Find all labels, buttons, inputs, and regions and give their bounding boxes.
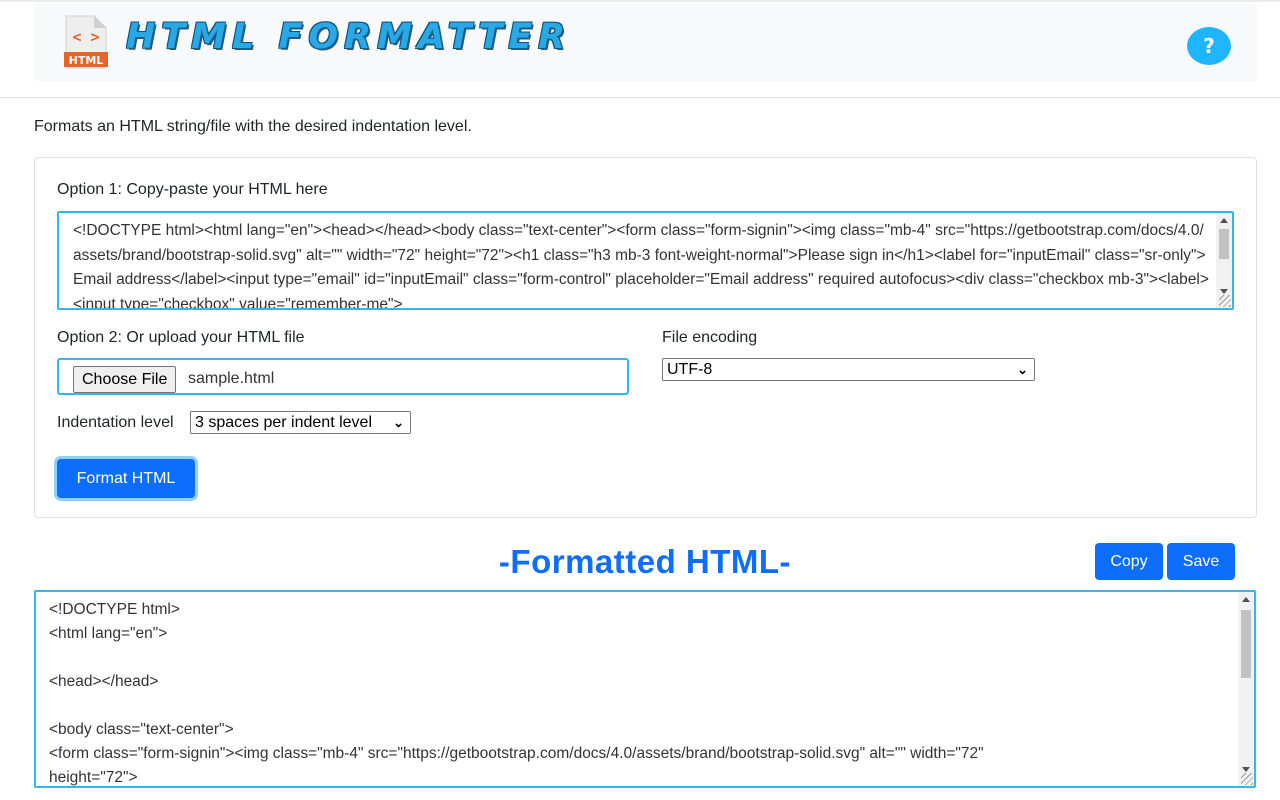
output-title: -Formatted HTML- bbox=[498, 543, 792, 580]
chevron-down-icon: ⌄ bbox=[393, 415, 404, 430]
chevron-down-icon: ⌄ bbox=[1017, 362, 1028, 377]
indentation-label: Indentation level bbox=[57, 414, 174, 431]
output-line: <!DOCTYPE html> bbox=[49, 601, 180, 618]
encoding-select[interactable]: UTF-8 ⌄ bbox=[662, 358, 1035, 381]
logo-label: HTML bbox=[69, 54, 104, 67]
scroll-up-arrow-icon[interactable] bbox=[1220, 218, 1228, 223]
output-line: height="72"> bbox=[49, 769, 138, 786]
scroll-down-arrow-icon[interactable] bbox=[1220, 289, 1228, 294]
output-line: <body class="text-center"> bbox=[49, 721, 234, 738]
output-scroll-thumb[interactable] bbox=[1241, 610, 1251, 678]
header-divider bbox=[0, 97, 1280, 98]
input-scrollbar[interactable] bbox=[1216, 213, 1232, 308]
output-scrollbar[interactable] bbox=[1238, 592, 1254, 786]
indentation-select[interactable]: 3 spaces per indent level ⌄ bbox=[190, 411, 411, 434]
html-file-icon: < > HTML bbox=[64, 15, 108, 69]
html-input-text: <!DOCTYPE html><html lang="en"><head></h… bbox=[73, 222, 1209, 310]
app-header: < > HTML HTML FORMATTER ? bbox=[34, 4, 1257, 81]
option2-label: Option 2: Or upload your HTML file bbox=[57, 329, 305, 346]
top-border bbox=[0, 0, 1280, 2]
resize-grip-icon[interactable] bbox=[1241, 773, 1253, 785]
scroll-up-arrow-icon[interactable] bbox=[1242, 597, 1250, 602]
resize-grip-icon[interactable] bbox=[1219, 295, 1231, 307]
save-button[interactable]: Save bbox=[1167, 543, 1235, 580]
app-title: HTML FORMATTER bbox=[126, 17, 572, 57]
scroll-down-arrow-icon[interactable] bbox=[1242, 767, 1250, 772]
output-line: <html lang="en"> bbox=[49, 625, 168, 642]
html-input-textarea[interactable]: <!DOCTYPE html><html lang="en"><head></h… bbox=[57, 211, 1234, 310]
input-scroll-thumb[interactable] bbox=[1219, 229, 1229, 259]
output-line: <form class="form-signin"><img class="mb… bbox=[49, 745, 984, 762]
choose-file-button[interactable]: Choose File bbox=[73, 366, 177, 393]
encoding-label: File encoding bbox=[662, 329, 758, 346]
indentation-value: 3 spaces per indent level bbox=[195, 414, 372, 431]
options-card: Option 1: Copy-paste your HTML here <!DO… bbox=[34, 157, 1257, 518]
option1-label: Option 1: Copy-paste your HTML here bbox=[57, 181, 328, 198]
page-description: Formats an HTML string/file with the des… bbox=[34, 118, 472, 135]
format-html-button[interactable]: Format HTML bbox=[57, 459, 195, 498]
help-button[interactable]: ? bbox=[1187, 27, 1231, 65]
selected-file-name: sample.html bbox=[188, 370, 275, 387]
file-upload-input[interactable]: Choose File sample.html bbox=[57, 358, 629, 395]
formatted-output-textarea[interactable]: <!DOCTYPE html> <html lang="en"> <head><… bbox=[34, 590, 1256, 788]
encoding-value: UTF-8 bbox=[667, 361, 713, 378]
copy-button[interactable]: Copy bbox=[1095, 543, 1163, 580]
logo-glyph: < > bbox=[72, 28, 99, 46]
output-line: <head></head> bbox=[49, 673, 159, 690]
